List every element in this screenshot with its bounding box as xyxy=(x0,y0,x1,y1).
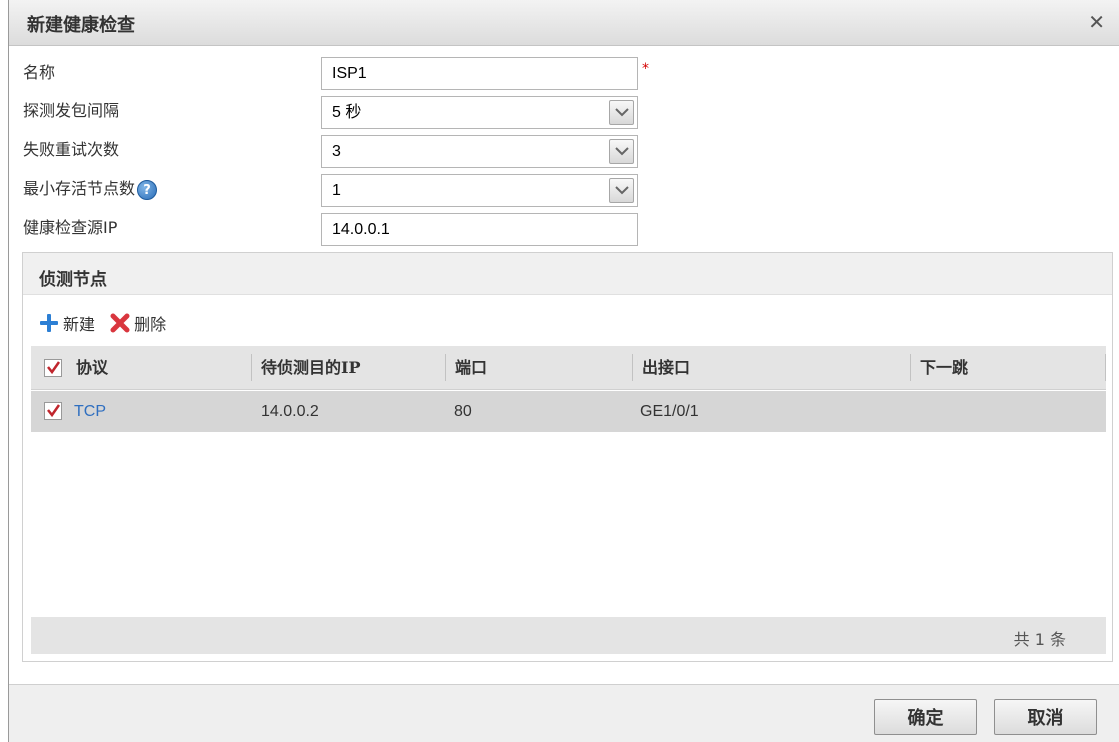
delete-x-icon xyxy=(110,313,130,333)
min-alive-value: 1 xyxy=(332,182,341,199)
grid-footer: 共 1 条 xyxy=(31,617,1106,654)
plus-icon xyxy=(40,314,58,332)
form-row-retries: 失败重试次数 3 xyxy=(9,135,1119,169)
name-label: 名称 xyxy=(23,63,56,82)
panel-header: 侦测节点 xyxy=(23,253,1112,295)
delete-node-label: 删除 xyxy=(134,315,167,334)
interval-value: 5 秒 xyxy=(332,104,362,121)
interval-label: 探测发包间隔 xyxy=(23,101,120,120)
form-row-source-ip: 健康检查源IP xyxy=(9,213,1119,247)
column-header-dest-ip[interactable]: 待侦测目的IP xyxy=(261,346,361,390)
chevron-down-icon[interactable] xyxy=(609,100,634,125)
panel-toolbar: 新建 删除 xyxy=(39,311,176,337)
ok-button[interactable]: 确定 xyxy=(874,699,977,735)
retries-select[interactable]: 3 xyxy=(321,135,638,168)
dialog-titlebar: 新建健康检查 ✕ xyxy=(9,0,1119,46)
row-port: 80 xyxy=(454,403,472,420)
form-row-min-alive: 最小存活节点数? 1 xyxy=(9,174,1119,208)
panel-title: 侦测节点 xyxy=(39,270,107,290)
interval-select[interactable]: 5 秒 xyxy=(321,96,638,129)
column-divider xyxy=(445,354,446,381)
row-dest-ip: 14.0.0.2 xyxy=(261,403,319,420)
retries-label: 失败重试次数 xyxy=(23,140,120,159)
column-divider xyxy=(251,354,252,381)
add-node-label: 新建 xyxy=(63,315,96,334)
help-icon[interactable]: ? xyxy=(137,179,158,200)
column-divider xyxy=(910,354,911,381)
column-divider xyxy=(1105,354,1106,381)
min-alive-label: 最小存活节点数? xyxy=(23,175,158,200)
chevron-down-icon[interactable] xyxy=(609,139,634,164)
health-check-dialog: 新建健康检查 ✕ 名称 * 探测发包间隔 5 秒 失败重试次数 3 最小存活节点… xyxy=(8,0,1119,742)
add-node-button[interactable]: 新建 xyxy=(39,311,95,335)
name-input[interactable] xyxy=(321,57,638,90)
table-row[interactable]: TCP 14.0.0.2 80 GE1/0/1 xyxy=(31,391,1106,432)
column-header-port[interactable]: 端口 xyxy=(455,346,487,390)
cancel-button[interactable]: 取消 xyxy=(994,699,1097,735)
row-protocol-link[interactable]: TCP xyxy=(74,391,106,432)
column-header-protocol[interactable]: 协议 xyxy=(76,346,108,390)
source-ip-label: 健康检查源IP xyxy=(23,218,118,237)
grid-header: 协议 待侦测目的IP 端口 出接口 下一跳 xyxy=(31,346,1106,390)
row-checkbox[interactable] xyxy=(44,402,62,420)
column-divider xyxy=(632,354,633,381)
min-alive-select[interactable]: 1 xyxy=(321,174,638,207)
check-icon xyxy=(47,361,61,375)
required-mark: * xyxy=(642,61,649,77)
dialog-footer: 确定 取消 xyxy=(9,684,1119,742)
select-all-checkbox[interactable] xyxy=(44,359,62,377)
form-row-interval: 探测发包间隔 5 秒 xyxy=(9,96,1119,130)
column-header-next-hop[interactable]: 下一跳 xyxy=(920,346,968,390)
source-ip-input[interactable] xyxy=(321,213,638,246)
min-alive-label-text: 最小存活节点数 xyxy=(23,179,136,198)
column-header-interface[interactable]: 出接口 xyxy=(642,346,690,390)
form-row-name: 名称 * xyxy=(9,57,1119,91)
close-icon[interactable]: ✕ xyxy=(1088,10,1105,34)
check-icon xyxy=(47,404,61,418)
delete-node-button[interactable]: 删除 xyxy=(110,311,166,335)
chevron-down-icon[interactable] xyxy=(609,178,634,203)
retries-value: 3 xyxy=(332,143,341,160)
row-interface: GE1/0/1 xyxy=(640,403,699,420)
total-count: 共 1 条 xyxy=(1013,630,1066,649)
dialog-title: 新建健康检查 xyxy=(27,15,135,36)
detection-nodes-panel: 侦测节点 新建 删除 协议 待侦测目的IP 端口 出接口 下一跳 TCP 14.… xyxy=(22,252,1113,662)
